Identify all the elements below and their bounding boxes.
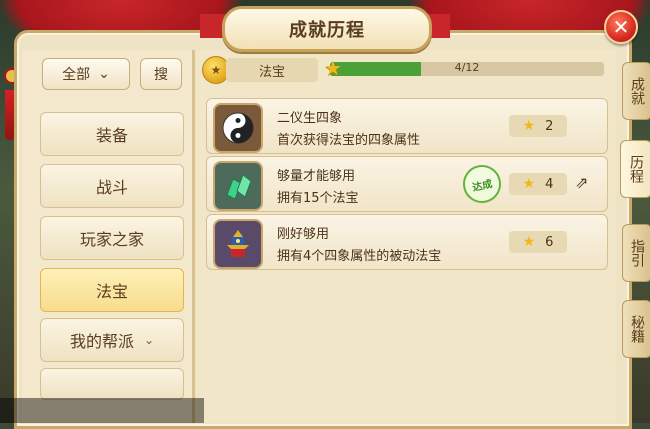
filter-selected-label: 全部 bbox=[62, 67, 91, 83]
window-title: 成就历程 bbox=[222, 6, 432, 52]
achievement-name: 刚好够用 bbox=[277, 227, 330, 242]
tab-label: 秘籍 bbox=[629, 315, 645, 343]
close-button[interactable]: ✕ bbox=[604, 10, 638, 44]
tab-label: 历程 bbox=[628, 155, 644, 183]
category-label: 战斗 bbox=[95, 178, 128, 197]
category-label: 装备 bbox=[95, 126, 128, 145]
category-label: 玩家之家 bbox=[79, 230, 144, 249]
summary-category-label: 法宝 bbox=[226, 58, 318, 82]
achievement-item[interactable]: 够量才能够用 拥有15个法宝 达成 ★ 4 ⇗ bbox=[206, 156, 608, 212]
achievement-item[interactable]: 二仪生四象 首次获得法宝的四象属性 ★ 2 bbox=[206, 98, 608, 154]
achievement-desc: 拥有4个四象属性的被动法宝 bbox=[277, 249, 442, 264]
tab-label: 指引 bbox=[629, 239, 645, 267]
reward-value: 4 bbox=[545, 176, 554, 192]
tab-history[interactable]: 历程 bbox=[620, 140, 650, 198]
search-button[interactable]: 搜 bbox=[140, 58, 182, 90]
star-icon: ★ bbox=[522, 234, 536, 250]
tab-achievements[interactable]: 成就 bbox=[622, 62, 650, 120]
category-my-guild[interactable]: 我的帮派 ⌄ bbox=[40, 318, 184, 362]
reward-badge: ★ 4 bbox=[509, 173, 567, 195]
filter-dropdown[interactable]: 全部 ⌄ bbox=[42, 58, 130, 90]
pagoda-icon bbox=[213, 219, 263, 269]
achievement-name: 够量才能够用 bbox=[277, 169, 356, 184]
category-partial-item[interactable] bbox=[40, 368, 184, 400]
achievement-desc: 拥有15个法宝 bbox=[277, 191, 359, 206]
category-player-home[interactable]: 玩家之家 bbox=[40, 216, 184, 260]
tab-secrets[interactable]: 秘籍 bbox=[622, 300, 650, 358]
star-icon: ★ bbox=[522, 118, 536, 134]
chat-strip bbox=[0, 398, 204, 423]
achievement-name: 二仪生四象 bbox=[277, 111, 343, 126]
tab-label: 成就 bbox=[629, 77, 645, 105]
chevron-down-icon: ⌄ bbox=[143, 333, 155, 347]
jade-crystal-icon bbox=[213, 161, 263, 211]
close-icon: ✕ bbox=[612, 15, 630, 39]
chevron-down-icon: ⌄ bbox=[98, 66, 110, 82]
yin-yang-icon bbox=[213, 103, 263, 153]
category-label: 法宝 bbox=[95, 282, 128, 301]
category-battle[interactable]: 战斗 bbox=[40, 164, 184, 208]
reward-value: 6 bbox=[545, 234, 554, 250]
completed-stamp: 达成 bbox=[459, 161, 505, 207]
share-icon[interactable]: ⇗ bbox=[575, 173, 595, 193]
progress-bar: 4/12 bbox=[330, 62, 604, 76]
tab-guide[interactable]: 指引 bbox=[622, 224, 650, 282]
reward-badge: ★ 6 bbox=[509, 231, 567, 253]
category-magic-treasure[interactable]: 法宝 bbox=[40, 268, 184, 312]
reward-badge: ★ 2 bbox=[509, 115, 567, 137]
achievement-item[interactable]: 刚好够用 拥有4个四象属性的被动法宝 ★ 6 bbox=[206, 214, 608, 270]
progress-text: 4/12 bbox=[454, 62, 480, 74]
category-label: 我的帮派 bbox=[69, 332, 134, 351]
reward-value: 2 bbox=[545, 118, 554, 134]
star-icon: ★ bbox=[324, 56, 342, 80]
category-equipment[interactable]: 装备 bbox=[40, 112, 184, 156]
achievement-desc: 首次获得法宝的四象属性 bbox=[277, 133, 421, 148]
star-icon: ★ bbox=[522, 176, 536, 192]
